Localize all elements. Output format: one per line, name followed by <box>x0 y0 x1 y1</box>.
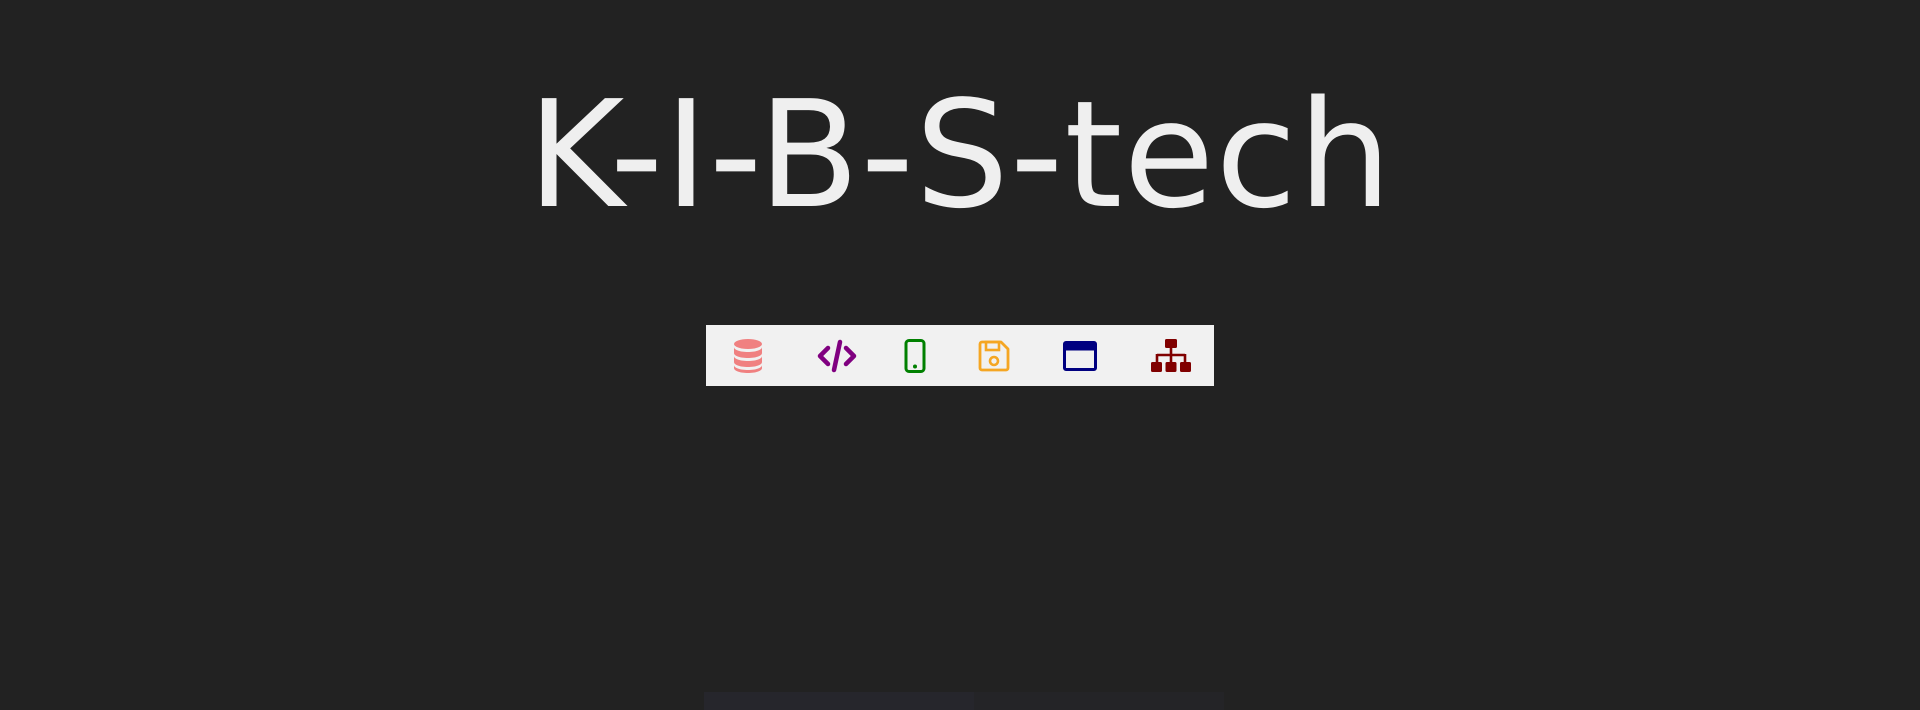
code-icon[interactable] <box>807 325 867 386</box>
page: K-I-B-S-tech <box>0 0 1920 710</box>
bottom-scroll-thumb[interactable] <box>704 692 974 710</box>
bottom-scroll-strip[interactable] <box>704 692 1224 710</box>
sitemap-icon[interactable] <box>1141 325 1201 386</box>
browser-window-icon[interactable] <box>1050 325 1110 386</box>
tech-icon-bar <box>706 325 1214 386</box>
mobile-phone-icon[interactable] <box>885 325 945 386</box>
database-icon[interactable] <box>718 325 778 386</box>
brand-title: K-I-B-S-tech <box>527 69 1393 241</box>
floppy-disk-icon[interactable] <box>964 325 1024 386</box>
